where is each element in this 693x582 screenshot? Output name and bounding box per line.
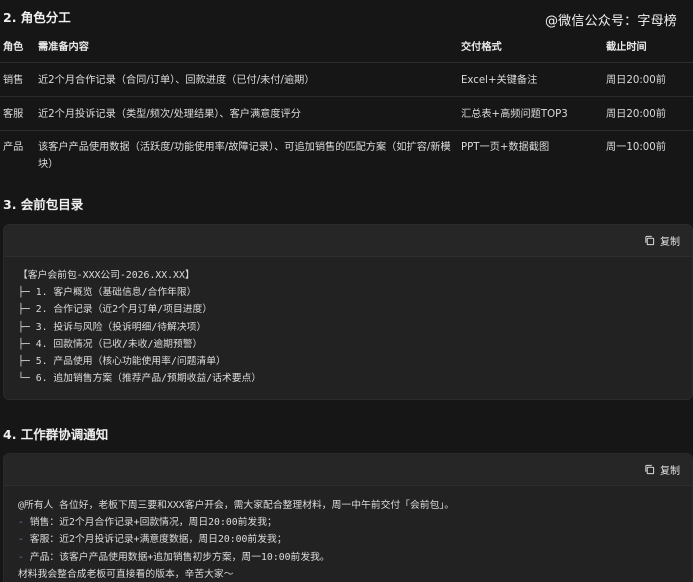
copy-label: 复制 [660, 237, 680, 248]
column-header-format: 交付格式 [461, 30, 606, 63]
notice-item: - 销售：近2个月合作记录+回款情况，周日20:00前发我； [18, 514, 678, 531]
cell-deadline: 周一10:00前 [606, 130, 693, 180]
section-title-roles: 2. 角色分工 [3, 10, 71, 25]
table-row: 客服 近2个月投诉记录（类型/频次/处理结果）、客户满意度评分 汇总表+高频问题… [0, 96, 693, 131]
table-row: 销售 近2个月合作记录（合同/订单）、回款进度（已付/未付/逾期） Excel+… [0, 62, 693, 97]
cell-content: 近2个月投诉记录（类型/频次/处理结果）、客户满意度评分 [38, 96, 461, 131]
column-header-content: 需准备内容 [38, 30, 461, 63]
copy-icon [645, 235, 655, 246]
cell-deadline: 周日20:00前 [606, 62, 693, 97]
code-line: 【客户会前包-XXX公司-2026.XX.XX】 [18, 270, 195, 281]
roles-table: 角色 需准备内容 交付格式 截止时间 销售 近2个月合作记录（合同/订单）、回款… [0, 30, 693, 180]
section-title-toc: 3. 会前包目录 [3, 197, 84, 212]
code-block-header: 复制 [4, 225, 692, 257]
code-line: ├─ 3. 投诉与风险（投诉明细/待解决项） [18, 321, 207, 333]
cell-role: 产品 [0, 130, 38, 180]
copy-icon [645, 464, 655, 475]
code-block-body: 【客户会前包-XXX公司-2026.XX.XX】 ├─ 1. 客户概览（基础信息/… [4, 257, 692, 397]
code-line: └─ 6. 追加销售方案（推荐产品/预期收益/话术要点） [18, 373, 262, 385]
cell-content: 该客户产品使用数据（活跃度/功能使用率/故障记录）、可追加销售的匹配方案（如扩容… [38, 130, 461, 180]
code-line: ├─ 1. 客户概览（基础信息/合作年限） [18, 287, 197, 299]
cell-deadline: 周日20:00前 [606, 96, 693, 131]
cell-role: 客服 [0, 96, 38, 131]
toc-code-block: 复制 【客户会前包-XXX公司-2026.XX.XX】 ├─ 1. 客户概览（基础… [3, 224, 693, 400]
cell-format: 汇总表+高频问题TOP3 [461, 96, 606, 131]
copy-button[interactable]: 复制 [644, 462, 680, 477]
notice-item-text: 销售：近2个月合作记录+回款情况，周日20:00前发我； [23, 517, 277, 529]
cell-content: 近2个月合作记录（合同/订单）、回款进度（已付/未付/逾期） [38, 62, 461, 97]
notice-code-block: 复制 @所有人 各位好，老板下周三要和XXX客户开会，需大家配合整理材料，周一中… [3, 453, 693, 582]
notice-item: - 产品：该客户产品使用数据+追加销售初步方案，周一10:00前发我。 [18, 549, 678, 566]
table-header-row: 角色 需准备内容 交付格式 截止时间 [0, 30, 693, 63]
code-block-body: @所有人 各位好，老板下周三要和XXX客户开会，需大家配合整理材料，周一中午前交… [4, 486, 692, 582]
section-title-notice: 4. 工作群协调通知 [3, 427, 109, 442]
code-line: ├─ 2. 合作记录（近2个月订单/项目进度） [18, 304, 213, 316]
notice-item-text: 产品：该客户产品使用数据+追加销售初步方案，周一10:00前发我。 [23, 551, 330, 563]
code-block-header: 复制 [4, 454, 692, 486]
code-line: ├─ 4. 回款情况（已收/未收/逾期预警） [18, 338, 203, 350]
copy-label: 复制 [660, 466, 680, 477]
notice-intro: @所有人 各位好，老板下周三要和XXX客户开会，需大家配合整理材料，周一中午前交… [18, 500, 455, 511]
notice-item: - 客服：近2个月投诉记录+满意度数据，周日20:00前发我； [18, 531, 678, 548]
code-line: ├─ 5. 产品使用（核心功能使用率/问题清单） [18, 356, 226, 368]
column-header-role: 角色 [0, 30, 38, 63]
cell-format: Excel+关键备注 [461, 62, 606, 97]
notice-item-text: 客服：近2个月投诉记录+满意度数据，周日20:00前发我； [23, 534, 287, 546]
notice-outro: 材料我会整合成老板可直接看的版本，辛苦大家～ [18, 568, 234, 580]
table-row: 产品 该客户产品使用数据（活跃度/功能使用率/故障记录）、可追加销售的匹配方案（… [0, 130, 693, 180]
watermark: @微信公众号：字母榜 [544, 14, 677, 29]
cell-format: PPT一页+数据截图 [461, 130, 606, 180]
document-page: @微信公众号：字母榜 2. 角色分工 角色 需准备内容 交付格式 截止时间 销售… [0, 0, 693, 582]
cell-role: 销售 [0, 62, 38, 97]
column-header-deadline: 截止时间 [606, 30, 693, 63]
copy-button[interactable]: 复制 [644, 233, 680, 248]
